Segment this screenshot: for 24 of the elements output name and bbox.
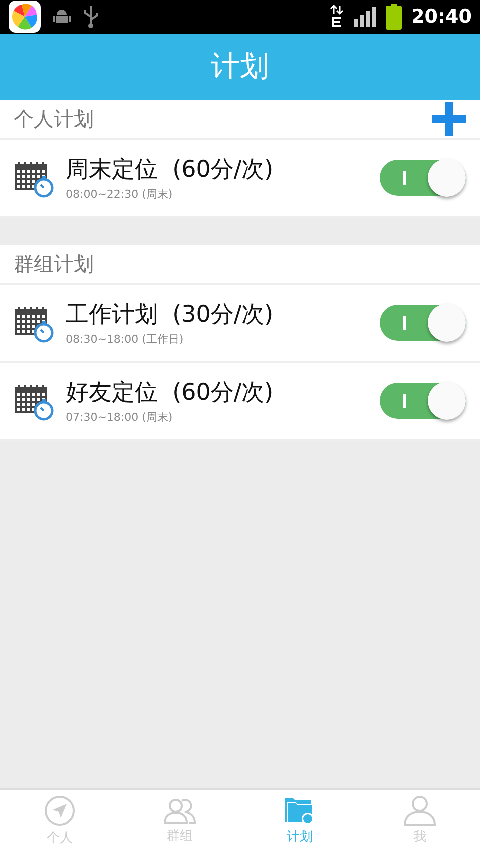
- compass-icon: [44, 795, 76, 828]
- plan-schedule: 08:30~18:00 (工作日): [66, 332, 185, 348]
- signal-icon: [354, 7, 376, 27]
- plan-title: 好友定位 (60分/次): [66, 378, 275, 408]
- clock-time: 20:40: [412, 4, 472, 30]
- page-title: 计划: [211, 48, 269, 86]
- toggle-switch[interactable]: [380, 305, 466, 341]
- toggle-switch[interactable]: [380, 160, 466, 196]
- folder-clock-icon: [285, 796, 315, 826]
- group-icon: [163, 797, 197, 826]
- data-icon: [330, 5, 344, 29]
- usb-icon: [82, 5, 100, 29]
- plan-title: 周末定位 (60分/次): [66, 156, 275, 184]
- toggle-switch[interactable]: [380, 383, 466, 419]
- app-icon[interactable]: [8, 1, 42, 33]
- tab[interactable]: 计划: [240, 790, 360, 854]
- add-icon[interactable]: [432, 102, 466, 136]
- person-icon: [403, 796, 437, 826]
- section-title: 群组计划: [14, 251, 94, 278]
- plan-title: 工作计划 (30分/次): [66, 300, 275, 330]
- plan-schedule: 08:00~22:30 (周末): [66, 187, 174, 203]
- plan-schedule: 07:30~18:00 (周末): [66, 410, 174, 426]
- section-title: 个人计划: [14, 106, 94, 133]
- battery-icon: [386, 4, 402, 30]
